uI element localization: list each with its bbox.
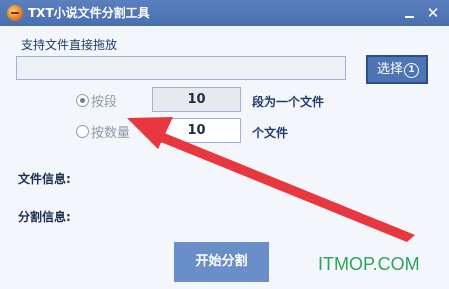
radio-button-unchecked[interactable] — [76, 125, 89, 138]
title-bar[interactable]: TXT小说文件分割工具 ✕ — [0, 0, 449, 26]
drop-hint-label: 支持文件直接拖放 — [21, 38, 118, 52]
watermark-text: ITMOP.COM — [318, 254, 420, 274]
radio-button-checked[interactable] — [76, 94, 89, 107]
select-file-button-label: 选择 — [376, 62, 403, 77]
paragraph-count-input[interactable]: 10 — [152, 87, 241, 112]
select-file-button[interactable]: 选择 1 — [366, 55, 428, 84]
radio-by-paragraph-label: 按段 — [91, 95, 118, 110]
step-number-badge: 1 — [404, 63, 419, 78]
close-icon[interactable]: ✕ — [423, 3, 443, 23]
minimize-icon[interactable] — [400, 3, 420, 23]
radio-by-count-label: 按数量 — [91, 126, 131, 141]
file-count-unit-label: 个文件 — [252, 126, 289, 140]
app-window: TXT小说文件分割工具 ✕ 支持文件直接拖放 选择 1 按段 10 段为一个文件 … — [0, 0, 449, 289]
file-info-label: 文件信息: — [18, 172, 71, 186]
paragraph-unit-label: 段为一个文件 — [252, 95, 325, 109]
file-count-input[interactable]: 10 — [152, 118, 241, 143]
split-info-label: 分割信息: — [18, 210, 71, 224]
app-icon — [7, 5, 23, 21]
start-split-button[interactable]: 开始分割 — [174, 242, 269, 282]
file-path-input[interactable] — [16, 56, 346, 80]
window-title: TXT小说文件分割工具 — [28, 6, 150, 20]
arrow-shaft — [146, 128, 415, 242]
